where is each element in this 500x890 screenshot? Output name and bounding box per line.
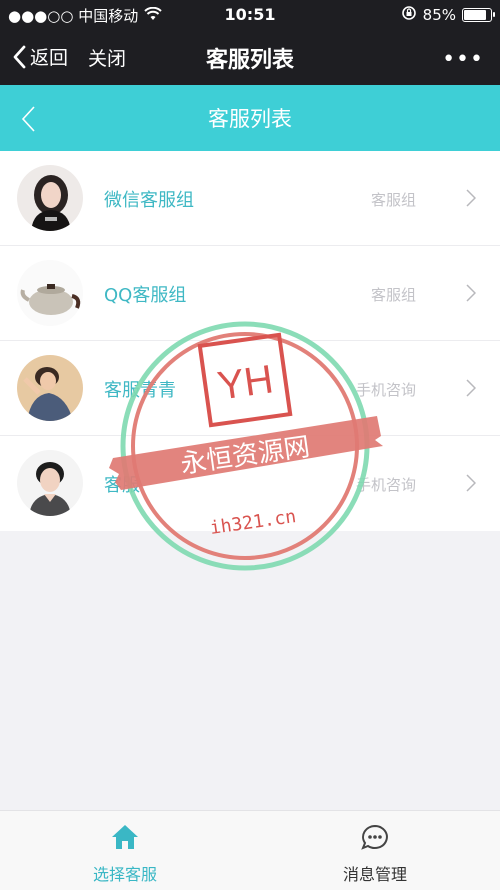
chevron-right-icon <box>466 473 477 497</box>
avatar <box>17 450 83 516</box>
battery-fill <box>464 10 486 20</box>
avatar <box>17 355 83 421</box>
list-item[interactable]: QQ客服组 客服组 <box>0 246 500 341</box>
battery-icon <box>462 8 495 22</box>
status-right: 85% <box>401 5 495 25</box>
app-navbar: 客服列表 <box>0 85 500 151</box>
nav-title: 客服列表 <box>208 107 292 131</box>
list-item[interactable]: 客服 手机咨询 <box>0 436 500 531</box>
item-name: 客服青青 <box>104 380 176 401</box>
list-item[interactable]: 微信客服组 客服组 <box>0 151 500 246</box>
avatar <box>17 260 83 326</box>
tab-bar: 选择客服 消息管理 <box>0 810 500 890</box>
tab-select-service[interactable]: 选择客服 <box>0 811 250 890</box>
home-icon <box>0 823 250 851</box>
chevron-right-icon <box>466 378 477 402</box>
item-name: 客服 <box>104 475 140 496</box>
more-button[interactable]: ••• <box>442 47 484 72</box>
chevron-right-icon <box>466 283 477 307</box>
item-group: 客服组 <box>370 191 416 209</box>
tab-label: 选择客服 <box>92 865 157 884</box>
tab-message-management[interactable]: 消息管理 <box>250 811 500 890</box>
page-title: 客服列表 <box>205 48 294 73</box>
tab-label: 消息管理 <box>342 865 407 884</box>
item-group: 手机咨询 <box>355 381 416 399</box>
chevron-right-icon <box>466 188 477 212</box>
avatar <box>17 165 83 231</box>
service-list: 微信客服组 客服组 QQ客服组 客服组 客服青青 手机咨询 客服 手机咨询 <box>0 151 500 531</box>
status-bar: ●●●○○ 中国移动 10:51 85% <box>0 0 500 30</box>
item-name: QQ客服组 <box>104 285 187 306</box>
chat-bubble-icon <box>250 823 500 851</box>
battery-percent: 85% <box>422 6 456 24</box>
item-group: 客服组 <box>370 286 416 304</box>
item-name: 微信客服组 <box>104 190 194 211</box>
rotation-lock-icon <box>401 5 417 25</box>
wechat-header: 返回 关闭 客服列表 ••• <box>0 30 500 85</box>
list-item[interactable]: 客服青青 手机咨询 <box>0 341 500 436</box>
item-group: 手机咨询 <box>355 476 416 494</box>
